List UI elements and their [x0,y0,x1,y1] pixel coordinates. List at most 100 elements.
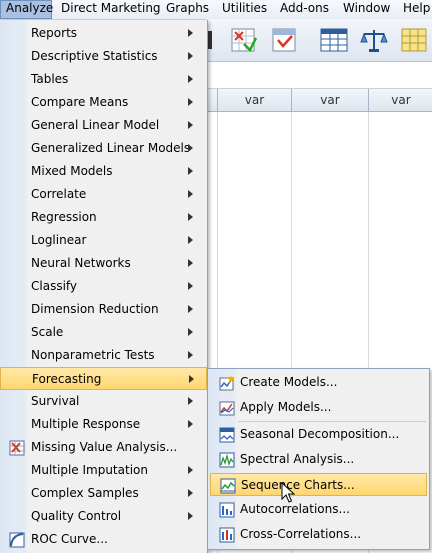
menu-item-label: Create Models... [240,375,338,389]
submenu-arrow-icon [188,98,193,106]
menu-item-label: Multiple Imputation [31,463,148,477]
menu-item-correlate[interactable]: Correlate [0,183,207,206]
menu-item-label: Dimension Reduction [31,302,159,316]
menu-item-nonparametric-tests[interactable]: Nonparametric Tests [0,344,207,367]
submenu-arrow-icon [188,144,193,152]
menu-window-label: Window [343,1,391,15]
menu-item-tables[interactable]: Tables [0,68,207,91]
submenu-arrow-icon [188,213,193,221]
weight-cases-icon[interactable] [269,25,299,55]
menu-item-label: Apply Models... [240,400,332,414]
menu-item-seasonal-decomposition[interactable]: Seasonal Decomposition... [210,423,427,446]
submenu-arrow-icon [188,420,193,428]
menu-item-neural-networks[interactable]: Neural Networks [0,252,207,275]
menu-utilities[interactable]: Utilities [217,0,272,19]
menu-item-scale[interactable]: Scale [0,321,207,344]
menu-item-classify[interactable]: Classify [0,275,207,298]
menu-item-label: Neural Networks [31,256,131,270]
submenu-arrow-icon [188,512,193,520]
menu-item-label: Reports [31,26,78,40]
menu-item-autocorrelations[interactable]: Autocorrelations... [210,498,427,521]
submenu-arrow-icon [188,75,193,83]
menu-item-roc-curve[interactable]: ROC Curve... [0,528,207,551]
menu-direct-marketing[interactable]: Direct Marketing [56,0,166,19]
menu-item-label: Seasonal Decomposition... [240,427,400,441]
submenu-arrow-icon [189,375,194,383]
menu-direct-marketing-label: Direct Marketing [61,1,161,15]
submenu-arrow-icon [188,190,193,198]
menu-item-compare-means[interactable]: Compare Means [0,91,207,114]
menu-item-label: Scale [31,325,64,339]
submenu-arrow-icon [188,52,193,60]
menu-item-sequence-charts[interactable]: Sequence Charts... [210,473,427,496]
menu-window[interactable]: Window [338,0,395,19]
menu-item-dimension-reduction[interactable]: Dimension Reduction [0,298,207,321]
menu-item-label: General Linear Model [31,118,160,132]
menu-item-complex-samples[interactable]: Complex Samples [0,482,207,505]
menu-graphs-label: Graphs [166,1,210,15]
column-header[interactable]: var [368,89,432,111]
menu-item-label: Loglinear [31,233,87,247]
menu-item-quality-control[interactable]: Quality Control [0,505,207,528]
menu-item-descriptive-statistics[interactable]: Descriptive Statistics [0,45,207,68]
menu-item-label: Sequence Charts... [241,478,355,492]
menu-item-label: Mixed Models [31,164,113,178]
menu-item-apply-models[interactable]: Apply Models... [210,396,427,419]
menu-item-create-models[interactable]: Create Models... [210,371,427,394]
menu-item-cross-correlations[interactable]: Cross-Correlations... [210,523,427,546]
menu-item-label: Missing Value Analysis... [31,440,178,454]
menu-item-label: Tables [31,72,69,86]
menu-item-general-linear-model[interactable]: General Linear Model [0,114,207,137]
menu-item-forecasting[interactable]: Forecasting [0,367,207,390]
menu-item-label: Spectral Analysis... [240,452,355,466]
menu-item-generalized-linear-models[interactable]: Generalized Linear Models [0,137,207,160]
mouse-cursor-icon [281,482,295,503]
menu-item-multiple-response[interactable]: Multiple Response [0,413,207,436]
menu-item-reports[interactable]: Reports [0,22,207,45]
sequence-charts-icon [220,478,236,494]
menu-item-mixed-models[interactable]: Mixed Models [0,160,207,183]
submenu-arrow-icon [188,167,193,175]
select-cases-icon[interactable] [229,25,259,55]
spectral-analysis-icon [219,452,235,468]
column-header[interactable]: var [291,89,368,111]
menu-item-label: Multiple Response [31,417,141,431]
submenu-arrow-icon [188,397,193,405]
menu-item-label: Nonparametric Tests [31,348,155,362]
menu-item-regression[interactable]: Regression [0,206,207,229]
grid-icon[interactable] [319,25,349,55]
menu-item-label: Survival [31,394,80,408]
value-labels-icon[interactable] [399,25,429,55]
roc-curve-icon [9,532,25,548]
menu-analyze[interactable]: Analyze [0,0,54,19]
submenu-arrow-icon [188,351,193,359]
menu-separator [238,421,426,422]
menu-help[interactable]: Help [398,0,432,19]
submenu-arrow-icon [188,466,193,474]
column-header[interactable]: var [217,89,291,111]
cross-correlations-icon [219,527,235,543]
cell-editor-row[interactable] [207,62,432,89]
submenu-arrow-icon [188,29,193,37]
menu-item-loglinear[interactable]: Loglinear [0,229,207,252]
menu-item-label: Compare Means [31,95,129,109]
menu-item-multiple-imputation[interactable]: Multiple Imputation [0,459,207,482]
menu-bar: Analyze Direct Marketing Graphs Utilitie… [0,0,432,20]
scale-balance-icon[interactable] [359,25,389,55]
menu-item-label: ROC Curve... [31,532,108,546]
analyze-menu: Reports Descriptive Statistics Tables Co… [0,20,208,553]
submenu-arrow-icon [188,236,193,244]
menu-add-ons[interactable]: Add-ons [275,0,334,19]
menu-item-label: Generalized Linear Models [31,141,191,155]
menu-add-ons-label: Add-ons [280,1,329,15]
menu-analyze-label: Analyze [6,1,54,15]
menu-graphs[interactable]: Graphs [161,0,214,19]
menu-item-survival[interactable]: Survival [0,390,207,413]
menu-item-label: Complex Samples [31,486,139,500]
submenu-arrow-icon [188,259,193,267]
menu-item-label: Descriptive Statistics [31,49,158,63]
menu-item-spectral-analysis[interactable]: Spectral Analysis... [210,448,427,471]
menu-item-label: Cross-Correlations... [240,527,362,541]
menu-item-missing-value-analysis[interactable]: Missing Value Analysis... [0,436,207,459]
menu-item-label: Classify [31,279,78,293]
